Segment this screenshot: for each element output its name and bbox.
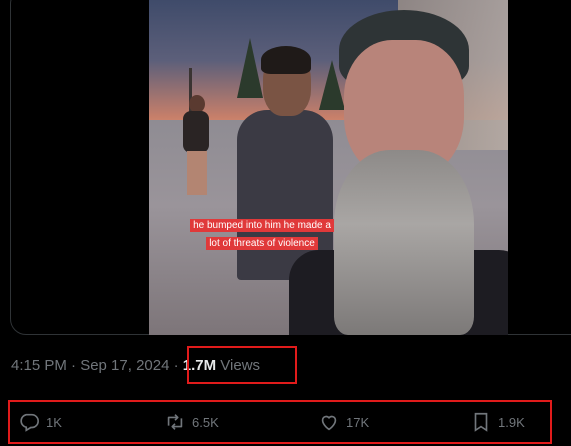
bookmark-count: 1.9K <box>498 414 525 430</box>
video-person-bearded-man <box>289 0 508 335</box>
video-person-woman <box>179 95 213 195</box>
reply-button[interactable]: 1K <box>18 411 62 433</box>
like-button[interactable]: 17K <box>318 411 369 433</box>
views-highlight-box <box>187 346 297 384</box>
like-count: 17K <box>346 414 370 430</box>
bookmark-button[interactable]: 1.9K <box>470 411 525 433</box>
video-player[interactable]: he bumped into him he made a lot of thre… <box>149 0 508 335</box>
reply-icon <box>20 413 39 432</box>
heart-icon <box>321 415 337 431</box>
video-caption: he bumped into him he made a lot of thre… <box>187 215 337 251</box>
post-timestamp[interactable]: 4:15 PM · Sep 17, 2024 · <box>11 357 183 374</box>
video-caption-text: he bumped into him he made a lot of thre… <box>190 219 334 250</box>
repost-count: 6.5K <box>192 414 219 430</box>
bookmark-icon <box>474 412 488 432</box>
reply-count: 1K <box>46 414 62 430</box>
repost-icon <box>167 414 183 430</box>
repost-button[interactable]: 6.5K <box>164 411 219 433</box>
